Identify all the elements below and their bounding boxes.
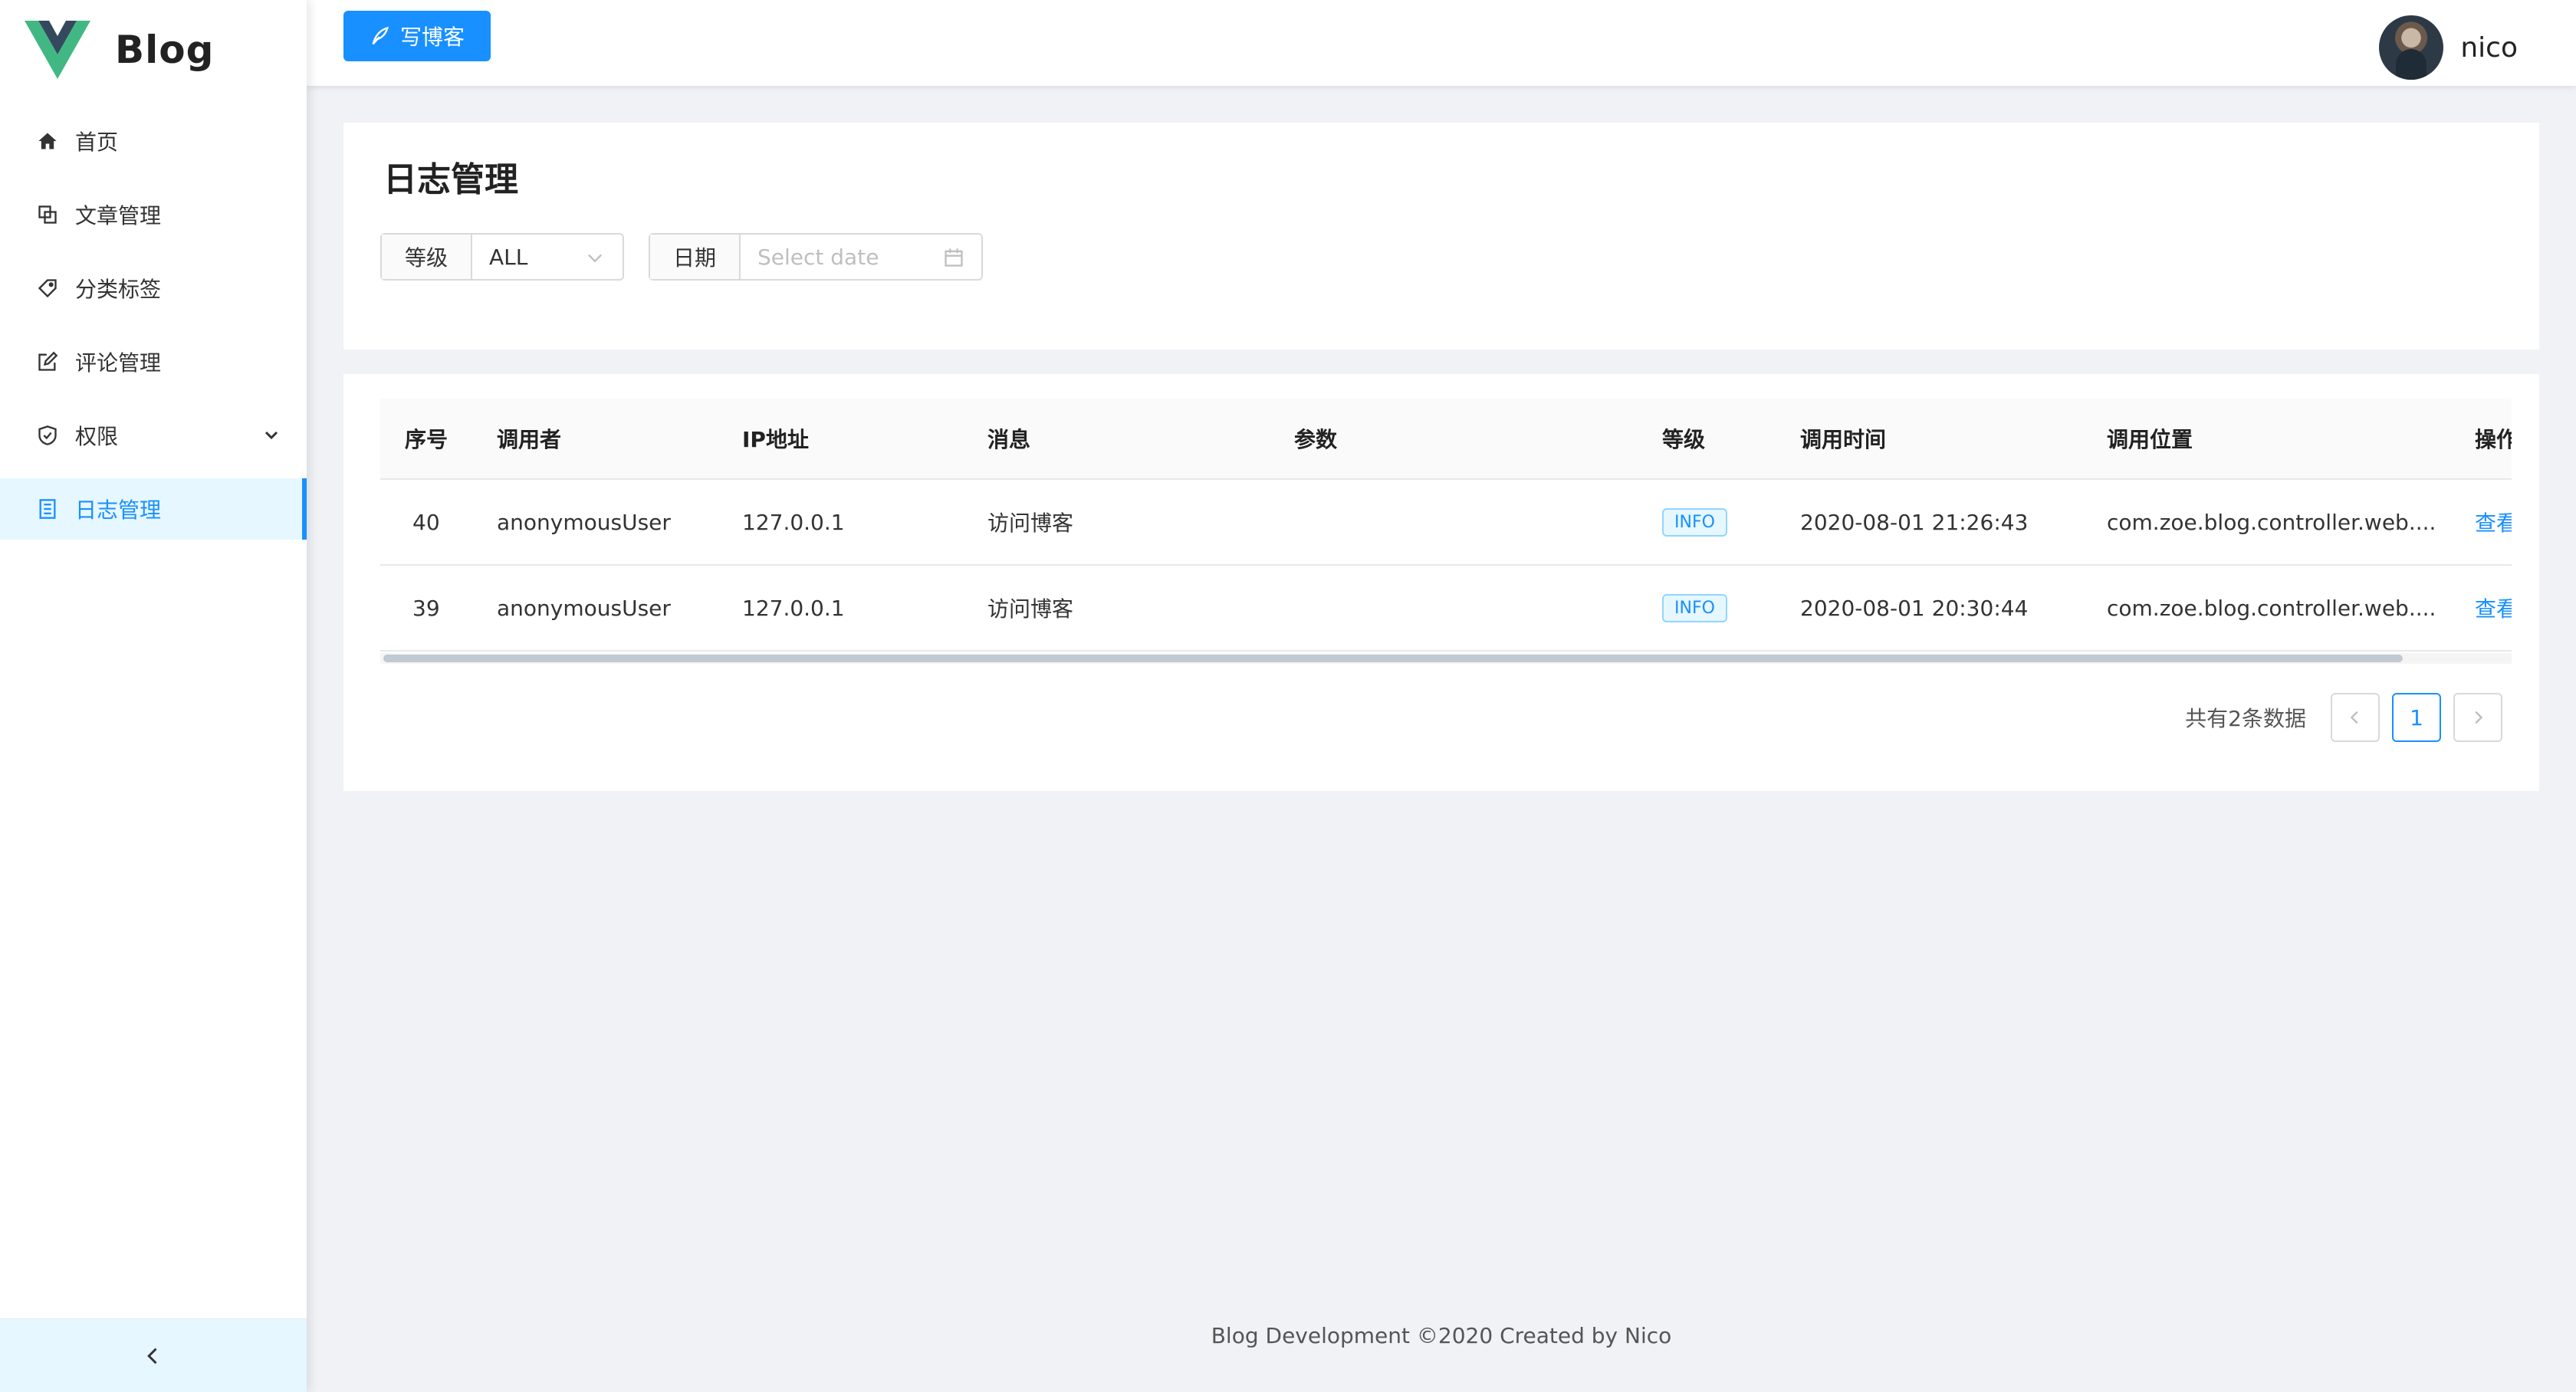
chevron-down-icon [588, 254, 602, 263]
sidebar-item-articles[interactable]: 文章管理 [0, 184, 307, 245]
date-picker-input[interactable]: Select date [741, 235, 981, 279]
level-badge: INFO [1662, 593, 1727, 622]
date-filter-label: 日期 [650, 235, 741, 279]
sidebar-item-permissions[interactable]: 权限 [0, 405, 307, 466]
date-filter: 日期 Select date [649, 233, 983, 281]
cell-message: 访问博客 [987, 596, 1074, 622]
chevron-left-icon [147, 1348, 157, 1364]
app-name: Blog [115, 28, 215, 72]
sidebar-item-label: 日志管理 [75, 497, 162, 523]
sidebar-item-label: 文章管理 [75, 203, 162, 228]
view-link[interactable]: 查看 [2475, 480, 2512, 564]
prev-page-button[interactable] [2331, 693, 2380, 742]
level-select[interactable]: ALL [472, 235, 623, 279]
column-header: 消息 [987, 427, 1031, 452]
filter-card: 日志管理 等级 ALL 日期 Select date [343, 123, 2539, 350]
top-header: 写博客 nico [307, 0, 2576, 86]
log-icon [35, 497, 60, 521]
home-icon [35, 129, 60, 153]
level-badge: INFO [1662, 507, 1727, 537]
level-select-value: ALL [489, 244, 528, 270]
column-header: 等级 [1662, 427, 1706, 452]
cell-location: com.zoe.blog.controller.web.... [2107, 595, 2436, 621]
chevron-down-icon [264, 431, 278, 440]
cell-time: 2020-08-01 21:26:43 [1800, 509, 2029, 535]
chevron-right-icon [2475, 711, 2483, 724]
collapse-sidebar-button[interactable] [0, 1318, 307, 1392]
cell-ip: 127.0.0.1 [742, 509, 845, 535]
page-title: 日志管理 [383, 160, 518, 199]
log-table: 序号 调用者 IP地址 消息 参数 等级 调用时间 调用位置 操作 40 ano… [380, 399, 2512, 687]
cell-time: 2020-08-01 20:30:44 [1800, 595, 2029, 621]
write-blog-button[interactable]: 写博客 [343, 11, 491, 61]
column-header: 调用者 [497, 427, 562, 452]
column-header: IP地址 [742, 427, 809, 452]
horizontal-scrollbar[interactable] [383, 655, 2403, 662]
column-header: 操作 [2475, 427, 2512, 452]
sidebar-item-label: 分类标签 [75, 277, 162, 302]
cell-message: 访问博客 [987, 511, 1074, 536]
tag-icon [35, 276, 60, 300]
level-filter-label: 等级 [382, 235, 472, 279]
pagination: 共有2条数据 1 [2185, 693, 2502, 742]
chevron-left-icon [2350, 711, 2358, 724]
cell-level: INFO [1662, 566, 1727, 650]
username: nico [2460, 31, 2518, 64]
cell-id: 40 [412, 509, 440, 535]
column-header: 序号 [405, 427, 449, 452]
cell-ip: 127.0.0.1 [742, 595, 845, 621]
sidebar-menu: 首页 文章管理 分类标签 评论管理 权限 日志管理 [0, 110, 307, 540]
table-header: 序号 调用者 IP地址 消息 参数 等级 调用时间 调用位置 操作 [380, 399, 2512, 480]
sidebar-item-home[interactable]: 首页 [0, 110, 307, 172]
sidebar-item-logs[interactable]: 日志管理 [0, 478, 307, 540]
shield-icon [35, 423, 60, 448]
column-header: 调用位置 [2107, 427, 2193, 452]
copy-icon [35, 202, 60, 227]
sidebar-item-comments[interactable]: 评论管理 [0, 331, 307, 392]
calendar-icon [945, 248, 963, 267]
sidebar-item-label: 评论管理 [75, 350, 162, 376]
vue-logo-icon [25, 21, 90, 79]
sidebar-item-label: 首页 [75, 130, 119, 155]
column-header: 参数 [1294, 427, 1338, 452]
table-row: 39 anonymousUser 127.0.0.1 访问博客 INFO 202… [380, 566, 2512, 652]
date-picker-placeholder: Select date [757, 244, 879, 270]
sidebar-item-categories[interactable]: 分类标签 [0, 258, 307, 319]
view-link[interactable]: 查看 [2475, 566, 2512, 650]
page-button-current[interactable]: 1 [2392, 693, 2441, 742]
pagination-total: 共有2条数据 [2185, 706, 2306, 731]
log-table-card: 序号 调用者 IP地址 消息 参数 等级 调用时间 调用位置 操作 40 ano… [343, 374, 2539, 791]
edit-icon [35, 350, 60, 374]
column-header: 调用时间 [1800, 427, 1887, 452]
avatar[interactable] [2379, 15, 2444, 80]
user-menu[interactable]: nico [2379, 15, 2518, 80]
table-row: 40 anonymousUser 127.0.0.1 访问博客 INFO 202… [380, 480, 2512, 566]
sidebar: Blog 首页 文章管理 分类标签 评论管理 权限 日志管理 [0, 0, 307, 1392]
feather-icon [372, 26, 389, 45]
cell-caller: anonymousUser [497, 595, 671, 621]
write-blog-label: 写博客 [399, 25, 465, 50]
footer: Blog Development ©2020 Created by Nico [1211, 1323, 1672, 1348]
cell-id: 39 [412, 595, 440, 621]
sidebar-item-label: 权限 [75, 424, 119, 449]
cell-level: INFO [1662, 480, 1727, 564]
cell-location: com.zoe.blog.controller.web.... [2107, 509, 2436, 535]
logo[interactable]: Blog [0, 0, 307, 100]
next-page-button[interactable] [2453, 693, 2502, 742]
level-filter: 等级 ALL [380, 233, 624, 281]
cell-caller: anonymousUser [497, 509, 671, 535]
